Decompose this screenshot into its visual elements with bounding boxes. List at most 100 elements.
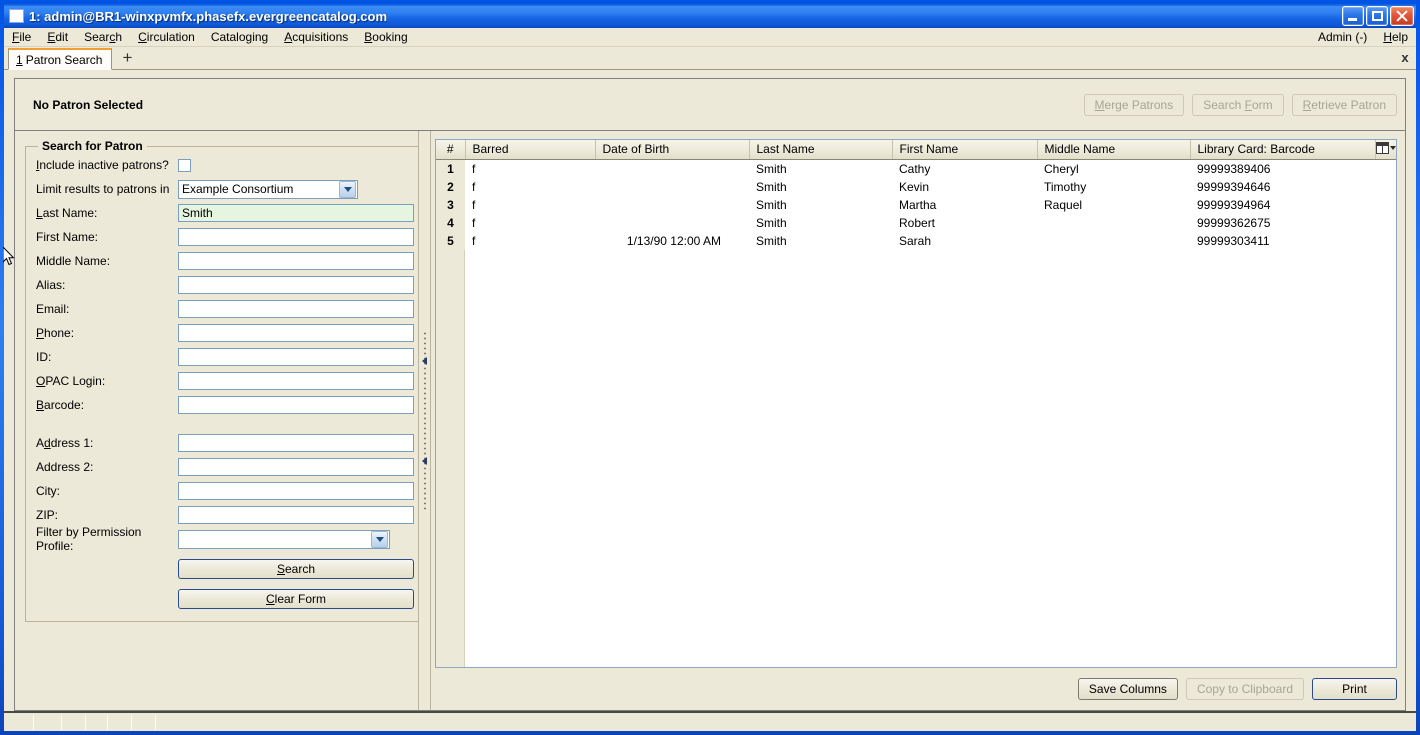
email-label: Email: bbox=[36, 302, 70, 316]
table-row[interactable]: 1 f Smith Cathy Cheryl 99999389406 bbox=[436, 159, 1396, 178]
menu-cataloging[interactable]: Cataloging bbox=[203, 28, 276, 46]
col-header-middle-name[interactable]: Middle Name bbox=[1037, 140, 1191, 160]
menu-help[interactable]: Help bbox=[1375, 28, 1416, 46]
table-row[interactable]: 2 f Smith Kevin Timothy 99999394646 bbox=[436, 177, 1396, 196]
row-email: Email: bbox=[36, 297, 414, 321]
row-phone: Phone: bbox=[36, 321, 414, 345]
address1-input[interactable] bbox=[178, 434, 414, 452]
zip-label: ZIP: bbox=[36, 508, 59, 522]
table-row[interactable]: 5 f 1/13/90 12:00 AM Smith Sarah 9999930… bbox=[436, 231, 1396, 250]
menu-admin[interactable]: Admin (-) bbox=[1310, 28, 1375, 46]
chevron-down-icon bbox=[339, 180, 356, 198]
row-address2: Address 2: bbox=[36, 455, 414, 479]
status-bar bbox=[4, 711, 1416, 731]
table-row[interactable]: 3 f Smith Martha Raquel 99999394964 bbox=[436, 195, 1396, 214]
client-area: File Edit Search Circulation Cataloging … bbox=[4, 28, 1416, 731]
table-header-row: # Barred Date of Birth Last Name First N… bbox=[436, 140, 1396, 160]
minimize-button[interactable] bbox=[1342, 6, 1364, 26]
col-header-last-name[interactable]: Last Name bbox=[749, 140, 893, 160]
search-group-legend: Search for Patron bbox=[42, 139, 143, 153]
middle-name-input[interactable] bbox=[178, 252, 414, 270]
last-name-input[interactable] bbox=[178, 204, 414, 222]
print-button[interactable]: Print bbox=[1312, 677, 1397, 700]
row-include-inactive: Include inactive patrons? bbox=[36, 153, 414, 177]
city-label: City: bbox=[36, 484, 60, 498]
copy-to-clipboard-button[interactable]: Copy to Clipboard bbox=[1185, 677, 1304, 700]
merge-patrons-button[interactable]: Merge Patrons bbox=[1083, 93, 1185, 116]
barcode-label: Barcode: bbox=[36, 398, 85, 412]
save-columns-button[interactable]: Save Columns bbox=[1077, 677, 1178, 700]
opac-login-input[interactable] bbox=[178, 372, 414, 390]
cell-spacer bbox=[1375, 159, 1396, 178]
city-input[interactable] bbox=[178, 482, 414, 500]
tab-patron-search[interactable]: 1 Patron Search bbox=[8, 48, 113, 70]
col-header-barred[interactable]: Barred bbox=[465, 140, 596, 160]
menu-booking[interactable]: Booking bbox=[356, 28, 415, 46]
menu-search[interactable]: Search bbox=[76, 28, 130, 46]
limit-results-select[interactable]: Example Consortium bbox=[178, 179, 358, 199]
column-picker-header[interactable] bbox=[1375, 140, 1396, 160]
email-input[interactable] bbox=[178, 300, 414, 318]
collapse-left-icon-2[interactable] bbox=[422, 457, 427, 465]
col-header-dob[interactable]: Date of Birth bbox=[595, 140, 750, 160]
retrieve-patron-button[interactable]: Retrieve Patron bbox=[1291, 93, 1397, 116]
cell-dob bbox=[595, 159, 749, 178]
patron-results-pane: # Barred Date of Birth Last Name First N… bbox=[431, 131, 1405, 710]
search-button[interactable]: Search bbox=[178, 559, 414, 579]
close-button[interactable] bbox=[1390, 6, 1414, 26]
barcode-input[interactable] bbox=[178, 396, 414, 414]
cell-num: 2 bbox=[436, 177, 465, 196]
search-form-button[interactable]: Search Form bbox=[1192, 93, 1284, 116]
include-inactive-checkbox[interactable] bbox=[178, 158, 191, 172]
grid-empty-area bbox=[436, 249, 1396, 667]
phone-label: Phone: bbox=[36, 326, 75, 340]
menu-circulation[interactable]: Circulation bbox=[130, 28, 203, 46]
results-footer: Save Columns Copy to Clipboard Print bbox=[435, 668, 1397, 702]
cell-barred: f bbox=[465, 177, 595, 196]
row-opac-login: OPAC Login: bbox=[36, 369, 414, 393]
alias-label: Alias: bbox=[36, 278, 66, 292]
column-picker-icon[interactable] bbox=[1375, 142, 1396, 154]
cell-barred: f bbox=[465, 195, 595, 214]
col-header-library-card[interactable]: Library Card: Barcode bbox=[1190, 140, 1376, 160]
row-search-button: Search bbox=[36, 557, 414, 581]
col-header-num[interactable]: # bbox=[436, 140, 466, 160]
title-bar: 1: admin@BR1-winxpvmfx.phasefx.evergreen… bbox=[4, 4, 1416, 28]
cell-spacer bbox=[1375, 177, 1396, 196]
new-tab-button[interactable]: + bbox=[116, 48, 138, 68]
maximize-button[interactable] bbox=[1366, 6, 1388, 26]
cell-middle-name bbox=[1037, 231, 1190, 250]
include-inactive-label: Include inactive patrons? bbox=[36, 158, 169, 172]
cell-last-name: Smith bbox=[749, 231, 892, 250]
pane-splitter[interactable] bbox=[418, 131, 431, 710]
zip-input[interactable] bbox=[178, 506, 414, 524]
opac-login-label: OPAC Login: bbox=[36, 374, 106, 388]
cell-first-name: Cathy bbox=[892, 159, 1037, 178]
id-input[interactable] bbox=[178, 348, 414, 366]
tab-number: 1 bbox=[16, 52, 23, 67]
cell-first-name: Kevin bbox=[892, 177, 1037, 196]
window-title: 1: admin@BR1-winxpvmfx.phasefx.evergreen… bbox=[29, 8, 388, 24]
cell-last-name: Smith bbox=[749, 177, 892, 196]
row-first-name: First Name: bbox=[36, 225, 414, 249]
status-segment-5 bbox=[108, 715, 132, 730]
menu-acquisitions[interactable]: Acquisitions bbox=[276, 28, 356, 46]
cell-dob bbox=[595, 213, 749, 232]
close-tab-icon[interactable]: x bbox=[1394, 47, 1416, 67]
phone-input[interactable] bbox=[178, 324, 414, 342]
alias-input[interactable] bbox=[178, 276, 414, 294]
collapse-left-icon[interactable] bbox=[422, 357, 427, 365]
menu-edit[interactable]: Edit bbox=[39, 28, 76, 46]
col-header-first-name[interactable]: First Name bbox=[892, 140, 1038, 160]
permission-profile-select[interactable] bbox=[178, 529, 390, 549]
cell-barred: f bbox=[465, 213, 595, 232]
first-name-input[interactable] bbox=[178, 228, 414, 246]
cell-last-name: Smith bbox=[749, 213, 892, 232]
window-controls bbox=[1342, 6, 1416, 26]
menu-file[interactable]: File bbox=[4, 28, 39, 46]
address2-input[interactable] bbox=[178, 458, 414, 476]
table-row[interactable]: 4 f Smith Robert 99999362675 bbox=[436, 213, 1396, 232]
clear-form-button[interactable]: Clear Form bbox=[178, 589, 414, 609]
cell-barcode: 99999394646 bbox=[1190, 177, 1375, 196]
cell-first-name: Martha bbox=[892, 195, 1037, 214]
